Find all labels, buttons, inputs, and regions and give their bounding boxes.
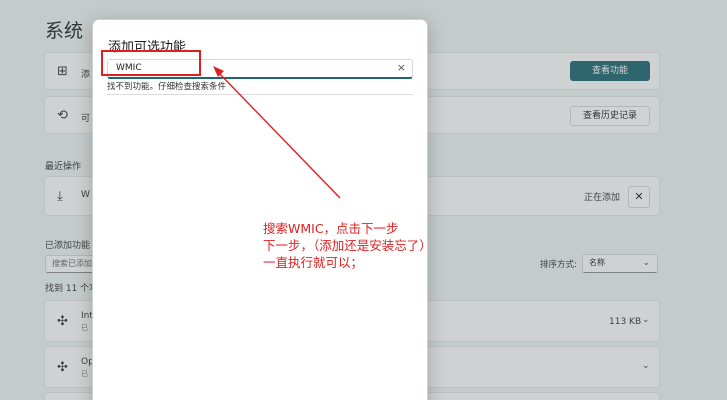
- annotation-arrow: [213, 66, 341, 199]
- annotation-line: 下一步，（添加还是安装忘了）: [263, 238, 432, 253]
- annotation-line: 搜索WMIC，点击下一步: [263, 221, 399, 236]
- annotation-note: 搜索WMIC，点击下一步 下一步，（添加还是安装忘了） 一直执行就可以；: [263, 220, 432, 271]
- annotation-line: 一直执行就可以；: [263, 255, 364, 270]
